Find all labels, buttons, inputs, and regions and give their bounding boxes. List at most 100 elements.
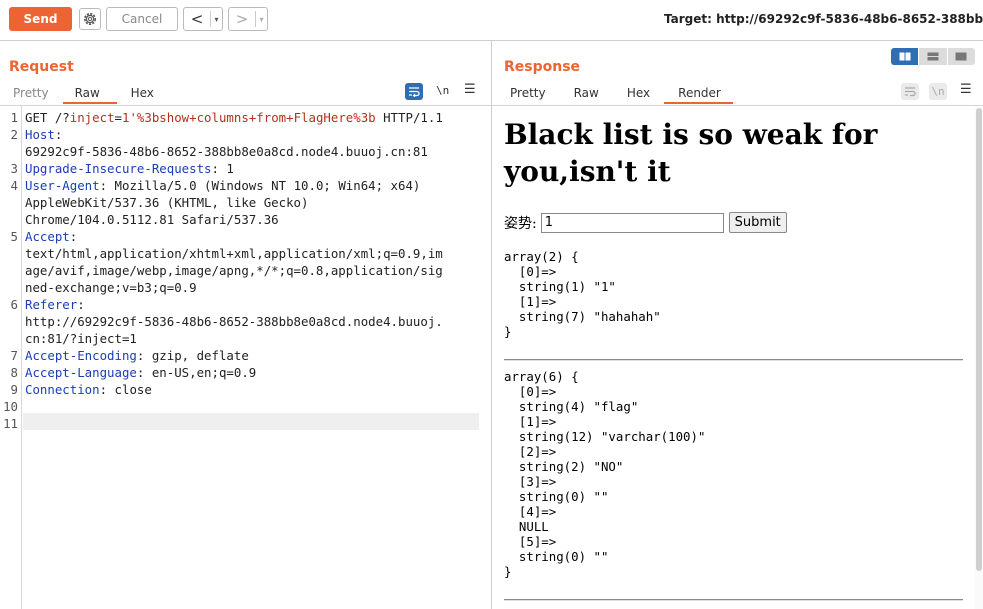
request-tab-raw[interactable]: Raw <box>62 82 117 104</box>
header-name: Referer <box>25 297 78 312</box>
header-name: Connection <box>25 382 100 397</box>
request-tab-pretty[interactable]: Pretty <box>0 82 63 104</box>
code-text: GET /? <box>25 110 70 125</box>
forward-button[interactable]: > <box>229 8 255 30</box>
back-button[interactable]: < <box>184 8 210 30</box>
code-text: HTTP/1.1 <box>375 110 443 125</box>
code-text: age/avif,image/webp,image/apng,*/*;q=0.8… <box>25 263 443 278</box>
code-line: 8 Accept-Language: en-US,en;q=0.9 <box>0 364 491 381</box>
submit-button[interactable]: Submit <box>728 212 787 233</box>
scrollbar-thumb[interactable] <box>976 108 982 571</box>
back-history-dropdown[interactable]: ▾ <box>210 11 222 27</box>
newline-toggle-icon[interactable]: \n <box>436 84 449 97</box>
code-line: 1 GET /?inject=1'%3bshow+columns+from+Fla… <box>0 109 491 126</box>
code-line: http://69292c9f-5836-48b6-8652-388bb8e0a… <box>0 313 491 330</box>
line-number: 3 <box>10 161 18 176</box>
code-line: 11 <box>0 415 491 432</box>
code-text: http://69292c9f-5836-48b6-8652-388bb8e0a… <box>25 314 443 329</box>
word-wrap-icon <box>905 87 916 97</box>
line-content: GET /?inject=1'%3bshow+columns+from+Flag… <box>25 109 443 126</box>
response-tabs: Pretty Raw Hex Render <box>496 82 734 104</box>
code-text: Chrome/104.0.5112.81 Safari/537.36 <box>25 212 279 227</box>
line-number: 4 <box>10 178 18 193</box>
line-number: 2 <box>10 127 18 142</box>
param-token: inject <box>69 110 115 125</box>
inject-input[interactable] <box>540 212 724 233</box>
code-line: 6 Referer: <box>0 296 491 313</box>
code-text: 69292c9f-5836-48b6-8652-388bb8e0a8cd.nod… <box>25 144 428 159</box>
line-number: 9 <box>10 382 18 397</box>
code-line: 3 Upgrade-Insecure-Requests: 1 <box>0 160 491 177</box>
code-text: : gzip, deflate <box>136 348 249 363</box>
response-tab-hex[interactable]: Hex <box>613 82 664 104</box>
separator-2 <box>504 599 963 601</box>
code-line: 7 Accept-Encoding: gzip, deflate <box>0 347 491 364</box>
cancel-button[interactable]: Cancel <box>106 7 178 31</box>
line-content: Connection: close <box>25 381 152 398</box>
code-line: ned-exchange;v=b3;q=0.9 <box>0 279 491 296</box>
line-number: 7 <box>10 348 18 363</box>
code-text: cn:81/?inject=1 <box>25 331 137 346</box>
response-scrollbar[interactable] <box>975 106 983 609</box>
response-tab-render[interactable]: Render <box>664 82 734 104</box>
response-wrap-toggle[interactable] <box>901 83 919 100</box>
response-newline-toggle[interactable]: \n <box>929 83 947 100</box>
code-text: : en-US,en;q=0.9 <box>136 365 257 380</box>
code-line: text/html,application/xhtml+xml,applicat… <box>0 245 491 262</box>
line-content: age/avif,image/webp,image/apng,*/*;q=0.8… <box>25 262 443 279</box>
request-wrap-toggle[interactable] <box>405 83 423 100</box>
line-content: Chrome/104.0.5112.81 Safari/537.36 <box>25 211 279 228</box>
send-button[interactable]: Send <box>9 7 72 31</box>
settings-button[interactable] <box>79 8 101 30</box>
line-content: 69292c9f-5836-48b6-8652-388bb8e0a8cd.nod… <box>25 143 428 160</box>
code-text: AppleWebKit/537.36 (KHTML, like Gecko) <box>25 195 309 210</box>
request-tabs: Pretty Raw Hex <box>0 82 168 104</box>
back-nav-group: < ▾ <box>183 7 223 31</box>
line-number: 10 <box>3 399 18 414</box>
header-name: Host <box>25 127 55 142</box>
line-content: Upgrade-Insecure-Requests: 1 <box>25 160 234 177</box>
line-content: Accept-Language: en-US,en;q=0.9 <box>25 364 256 381</box>
code-text: : Mozilla/5.0 (Windows NT 10.0; Win64; x… <box>99 178 421 193</box>
line-content: Accept-Encoding: gzip, deflate <box>25 347 249 364</box>
code-text: : <box>69 229 78 244</box>
top-toolbar: Send Cancel < ▾ > ▾ Target: http://69292… <box>0 0 983 41</box>
param-token: 1'%3bshow+columns+from+FlagHere%3b <box>122 110 376 125</box>
line-content: http://69292c9f-5836-48b6-8652-388bb8e0a… <box>25 313 443 330</box>
forward-nav-group: > ▾ <box>228 7 268 31</box>
code-text: text/html,application/xhtml+xml,applicat… <box>25 246 443 261</box>
code-line: 10 <box>0 398 491 415</box>
layout-tabbed-button[interactable] <box>946 48 975 65</box>
layout-stacked-button[interactable] <box>918 48 947 65</box>
response-tab-pretty[interactable]: Pretty <box>496 82 560 104</box>
layout-side-by-side-button[interactable] <box>891 48 919 65</box>
var-dump-1: array(2) { [0]=> string(1) "1" [1]=> str… <box>504 249 661 339</box>
target-url[interactable]: Target: http://69292c9f-5836-48b6-8652-3… <box>664 12 983 26</box>
request-editor[interactable]: 1 GET /?inject=1'%3bshow+columns+from+Fla… <box>0 106 491 609</box>
rendered-form: 姿势: Submit <box>504 212 787 233</box>
response-menu-icon[interactable]: ☰ <box>960 82 972 97</box>
form-label: 姿势: <box>504 215 537 232</box>
request-tab-hex[interactable]: Hex <box>117 82 168 104</box>
header-name: Accept-Encoding <box>25 348 137 363</box>
code-text: : 1 <box>211 161 234 176</box>
code-text: : <box>54 127 63 142</box>
code-line: AppleWebKit/537.36 (KHTML, like Gecko) <box>0 194 491 211</box>
request-title: Request <box>9 59 74 75</box>
forward-history-dropdown[interactable]: ▾ <box>255 11 267 27</box>
code-line: Chrome/104.0.5112.81 Safari/537.36 <box>0 211 491 228</box>
response-tab-raw[interactable]: Raw <box>560 82 613 104</box>
response-title: Response <box>504 59 581 75</box>
separator-1 <box>504 359 963 361</box>
single-pane-icon <box>955 52 967 61</box>
line-content: ned-exchange;v=b3;q=0.9 <box>25 279 197 296</box>
line-content: Referer: <box>25 296 85 313</box>
newline-icon: \n <box>931 85 945 98</box>
code-line: 4 User-Agent: Mozilla/5.0 (Windows NT 10.… <box>0 177 491 194</box>
line-number: 11 <box>3 416 18 431</box>
word-wrap-icon <box>409 87 420 97</box>
code-line: 2 Host: <box>0 126 491 143</box>
layout-toggle <box>891 48 975 65</box>
line-content: Accept: <box>25 228 77 245</box>
request-menu-icon[interactable]: ☰ <box>464 82 476 97</box>
